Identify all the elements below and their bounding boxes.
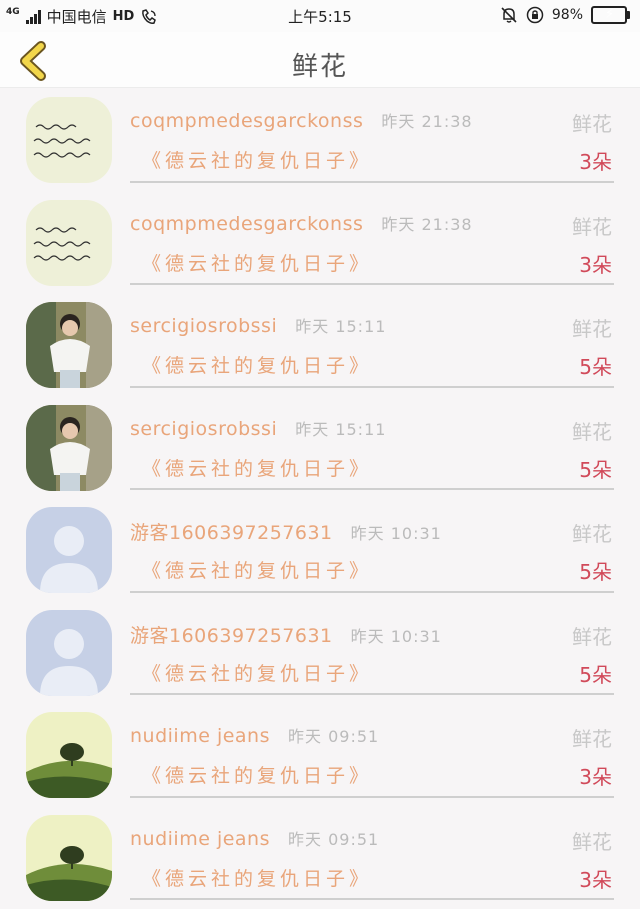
- gift-type: 鲜花: [572, 112, 612, 136]
- gift-count: 5朵: [579, 355, 612, 379]
- avatar[interactable]: [26, 609, 112, 696]
- divider: [130, 590, 614, 593]
- user-name-text: sercigiosrobssi: [130, 417, 278, 440]
- gift-type: 鲜花: [572, 624, 612, 649]
- user-name: coqmpmedesgarckonss 昨天 21:38: [130, 211, 473, 235]
- default-user-avatar-image: [26, 609, 112, 696]
- user-name: sercigiosrobssi 昨天 15:11: [130, 416, 386, 440]
- list-item[interactable]: coqmpmedesgarckonss 昨天 21:38 鲜花 《德云社的复仇日子…: [0, 88, 640, 191]
- timestamp: 昨天 15:11: [295, 419, 387, 439]
- gift-type: 鲜花: [572, 829, 612, 854]
- book-title: 《德云社的复仇日子》: [142, 150, 373, 172]
- handwriting-note-avatar-image: [26, 199, 112, 286]
- boy-photo-avatar-image: [26, 302, 112, 388]
- user-name: 游客1606397257631 昨天 10:31: [130, 621, 442, 648]
- boy-photo-avatar-image: [26, 404, 112, 491]
- gift-count: 3朵: [579, 765, 612, 789]
- list-item[interactable]: coqmpmedesgarckonss 昨天 21:38 鲜花 《德云社的复仇日子…: [0, 191, 640, 294]
- gift-count: 5朵: [579, 560, 612, 584]
- timestamp: 昨天 10:31: [350, 626, 442, 646]
- list-item[interactable]: 游客1606397257631 昨天 10:31 鲜花 《德云社的复仇日子》 5朵: [0, 601, 640, 704]
- divider: [130, 385, 614, 388]
- divider: [130, 898, 614, 900]
- avatar[interactable]: [26, 404, 112, 491]
- divider: [130, 180, 614, 183]
- divider: [130, 693, 614, 695]
- gift-type: 鲜花: [572, 419, 612, 444]
- gift-count: 5朵: [579, 662, 612, 687]
- flower-record-list: coqmpmedesgarckonss 昨天 21:38 鲜花 《德云社的复仇日子…: [0, 88, 640, 908]
- avatar[interactable]: [26, 507, 112, 593]
- handwriting-note-avatar-image: [26, 97, 112, 183]
- book-title: 《德云社的复仇日子》: [142, 355, 373, 377]
- divider: [130, 488, 614, 490]
- mute-bell-icon: [501, 7, 517, 23]
- page-title: 鲜花: [291, 52, 348, 82]
- status-bar: 4G 中国电信 HD 上午5:15 98% ⚡: [0, 0, 640, 32]
- timestamp: 昨天 15:11: [295, 317, 387, 336]
- timestamp: 昨天 21:38: [381, 214, 473, 234]
- book-title: 《德云社的复仇日子》: [142, 662, 373, 685]
- avatar[interactable]: [26, 97, 112, 183]
- book-title: 《德云社的复仇日子》: [142, 867, 373, 890]
- timestamp: 昨天 09:51: [288, 829, 380, 849]
- avatar[interactable]: [26, 199, 112, 286]
- list-item[interactable]: nudiime jeans 昨天 09:51 鲜花 《德云社的复仇日子》 3朵: [0, 703, 640, 806]
- user-name-text: sercigiosrobssi: [130, 315, 278, 337]
- gift-type: 鲜花: [572, 727, 612, 751]
- timestamp: 昨天 21:38: [381, 112, 473, 131]
- avatar[interactable]: [26, 712, 112, 798]
- battery-percent: 98%: [551, 7, 583, 23]
- book-title: 《德云社的复仇日子》: [142, 252, 373, 275]
- user-name-text: 游客1606397257631: [130, 522, 333, 544]
- book-title: 《德云社的复仇日子》: [142, 560, 373, 582]
- gift-type: 鲜花: [572, 317, 612, 341]
- divider: [130, 795, 614, 798]
- list-item[interactable]: sercigiosrobssi 昨天 15:11 鲜花 《德云社的复仇日子》 5朵: [0, 396, 640, 499]
- battery-icon: ⚡: [591, 6, 630, 24]
- avatar[interactable]: [26, 302, 112, 388]
- gift-type: 鲜花: [572, 522, 612, 546]
- hill-tree-avatar-image: [26, 712, 112, 798]
- list-item[interactable]: nudiime jeans 昨天 09:51 鲜花 《德云社的复仇日子》 3朵: [0, 806, 640, 909]
- avatar[interactable]: [26, 814, 112, 901]
- gift-count: 3朵: [579, 252, 612, 277]
- gift-type: 鲜花: [572, 214, 612, 239]
- user-name: sercigiosrobssi 昨天 15:11: [130, 313, 386, 337]
- user-name-text: nudiime jeans: [130, 725, 270, 747]
- default-user-avatar-image: [26, 507, 112, 593]
- user-name-text: nudiime jeans: [130, 827, 270, 850]
- user-name: nudiime jeans 昨天 09:51: [130, 826, 379, 850]
- user-name-text: 游客1606397257631: [130, 624, 333, 647]
- timestamp: 昨天 09:51: [288, 727, 380, 746]
- list-item[interactable]: sercigiosrobssi 昨天 15:11 鲜花 《德云社的复仇日子》 5朵: [0, 293, 640, 396]
- gift-count: 3朵: [579, 150, 612, 174]
- timestamp: 昨天 10:31: [350, 524, 442, 543]
- list-item[interactable]: 游客1606397257631 昨天 10:31 鲜花 《德云社的复仇日子》 5朵: [0, 498, 640, 601]
- gift-count: 5朵: [579, 457, 612, 482]
- book-title: 《德云社的复仇日子》: [142, 765, 373, 787]
- app-header: 鲜花: [0, 32, 640, 88]
- user-name: nudiime jeans 昨天 09:51: [130, 723, 379, 747]
- user-name-text: coqmpmedesgarckonss: [130, 110, 364, 132]
- hill-tree-avatar-image: [26, 814, 112, 901]
- user-name-text: coqmpmedesgarckonss: [130, 212, 364, 235]
- book-title: 《德云社的复仇日子》: [142, 457, 373, 480]
- gift-count: 3朵: [579, 867, 612, 892]
- divider: [130, 283, 614, 285]
- user-name: coqmpmedesgarckonss 昨天 21:38: [130, 108, 473, 132]
- user-name: 游客1606397257631 昨天 10:31: [130, 518, 442, 545]
- rotation-lock-icon: [526, 6, 544, 24]
